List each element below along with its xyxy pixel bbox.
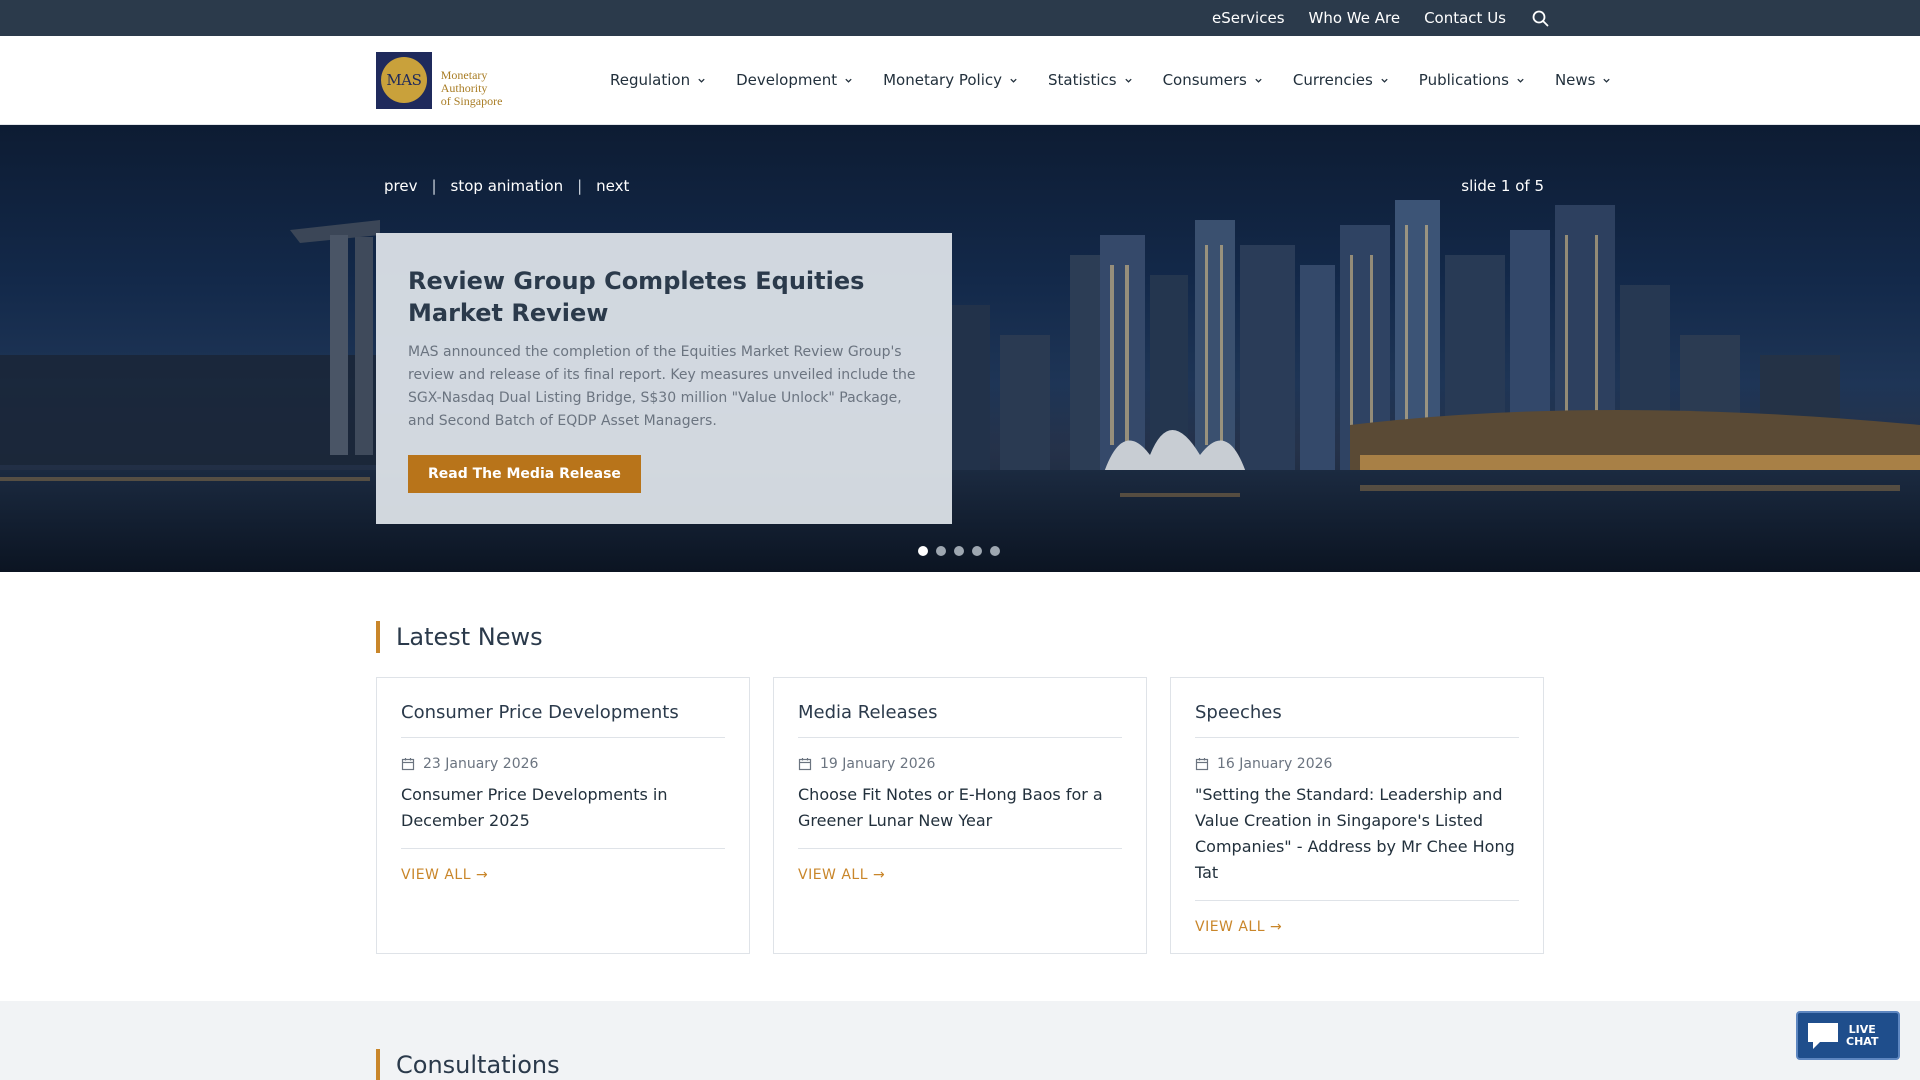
chevron-down-icon (1517, 78, 1524, 83)
news-card-speeches: Speeches 16 January 2026 "Setting the St… (1170, 677, 1544, 954)
next-slide-button[interactable]: next (596, 177, 629, 195)
nav-item-currencies[interactable]: Currencies (1293, 71, 1389, 89)
card-date-text: 23 January 2026 (423, 756, 539, 772)
eservices-link[interactable]: eServices (1212, 9, 1284, 27)
nav-label: Development (736, 71, 838, 89)
consultations-heading: Consultations (376, 1049, 1920, 1080)
calendar-icon (798, 758, 812, 771)
nav-item-development[interactable]: Development (736, 71, 853, 89)
calendar-icon (1195, 758, 1209, 771)
carousel-dot-4[interactable] (972, 546, 982, 556)
slide-counter: slide 1 of 5 (1461, 177, 1544, 195)
logo-emblem: MAS (376, 51, 432, 109)
latest-news-section: Latest News Consumer Price Developments … (0, 621, 1920, 954)
carousel-controls: prev | stop animation | next (384, 177, 629, 195)
hero-title: Review Group Completes Equities Market R… (408, 267, 865, 327)
carousel-dot-5[interactable] (990, 546, 1000, 556)
nav-item-statistics[interactable]: Statistics (1048, 71, 1133, 89)
main-header: MAS Monetary Authority of Singapore Regu… (0, 36, 1920, 125)
chevron-down-icon (1010, 78, 1017, 83)
skyline-image (0, 200, 1920, 572)
logo-wordmark: Monetary Authority of Singapore (440, 67, 536, 108)
nav-item-consumers[interactable]: Consumers (1163, 71, 1263, 89)
chevron-down-icon (1124, 78, 1132, 83)
view-all-link[interactable]: VIEW ALL → (1195, 919, 1519, 935)
nav-label: Statistics (1047, 71, 1117, 89)
carousel-dot-3[interactable] (954, 546, 964, 556)
control-separator: | (577, 177, 583, 195)
prev-slide-button[interactable]: prev (384, 177, 417, 195)
control-separator: | (431, 177, 437, 195)
card-category: Consumer Price Developments (401, 702, 725, 738)
card-headline-link[interactable]: Choose Fit Notes or E-Hong Baos for a Gr… (798, 782, 1122, 849)
utility-bar: eServices Who We Are Contact Us (0, 0, 1920, 36)
card-date-text: 19 January 2026 (820, 756, 936, 772)
main-nav: Regulation Development Monetary Policy S… (610, 71, 1641, 89)
card-category: Media Releases (798, 702, 1122, 738)
live-chat-button[interactable]: LIVE CHAT (1796, 1011, 1900, 1060)
chevron-down-icon (1381, 78, 1388, 83)
nav-label: Regulation (610, 71, 691, 89)
card-date: 19 January 2026 (798, 756, 1122, 772)
nav-item-news[interactable]: News (1555, 71, 1612, 89)
card-category: Speeches (1195, 702, 1519, 738)
card-date-text: 16 January 2026 (1217, 756, 1333, 772)
logo-line-2: of Singapore (440, 93, 503, 108)
card-headline-link[interactable]: Consumer Price Developments in December … (401, 782, 725, 849)
hero-carousel: prev | stop animation | next slide 1 of … (0, 125, 1920, 572)
nav-item-regulation[interactable]: Regulation (610, 71, 706, 89)
calendar-icon (401, 758, 415, 771)
chevron-down-icon (1603, 78, 1611, 83)
nav-label: Currencies (1292, 71, 1373, 89)
chevron-down-icon (845, 78, 852, 83)
card-date: 16 January 2026 (1195, 756, 1519, 772)
nav-label: Publications (1418, 71, 1509, 89)
view-all-link[interactable]: VIEW ALL → (401, 867, 725, 883)
logo-seal: MAS (380, 57, 427, 103)
search-icon[interactable] (1530, 8, 1550, 28)
live-chat-line-2: CHAT (1846, 1034, 1879, 1048)
nav-label: News (1554, 71, 1596, 89)
read-media-release-button[interactable]: Read The Media Release (408, 455, 641, 493)
nav-label: Monetary Policy (883, 71, 1002, 89)
hero-body: MAS announced the completion of the Equi… (408, 344, 916, 429)
hero-slide-card: Review Group Completes Equities Market R… (376, 233, 952, 524)
card-date: 23 January 2026 (401, 756, 725, 772)
nav-label: Consumers (1162, 71, 1247, 89)
chat-bubble-icon (1808, 1022, 1838, 1049)
contact-us-link[interactable]: Contact Us (1424, 9, 1506, 27)
carousel-dot-1[interactable] (918, 546, 928, 556)
chevron-down-icon (698, 78, 705, 83)
nav-item-monetary-policy[interactable]: Monetary Policy (883, 71, 1018, 89)
logo-line-1: Monetary Authority (440, 67, 488, 95)
mas-logo[interactable]: MAS Monetary Authority of Singapore (376, 51, 536, 109)
live-chat-line-1: LIVE (1848, 1022, 1876, 1036)
news-cards: Consumer Price Developments 23 January 2… (376, 677, 1544, 954)
who-we-are-link[interactable]: Who We Are (1309, 9, 1401, 27)
consultations-section: Consultations (0, 1001, 1920, 1080)
carousel-dots (918, 546, 1008, 556)
chevron-down-icon (1255, 78, 1262, 83)
live-chat-label: LIVE CHAT (1846, 1022, 1879, 1048)
latest-news-heading: Latest News (376, 621, 1544, 653)
stop-animation-button[interactable]: stop animation (451, 177, 564, 195)
card-headline-link[interactable]: "Setting the Standard: Leadership and Va… (1195, 782, 1519, 901)
nav-item-publications[interactable]: Publications (1419, 71, 1525, 89)
carousel-dot-2[interactable] (936, 546, 946, 556)
view-all-link[interactable]: VIEW ALL → (798, 867, 1122, 883)
news-card-media-releases: Media Releases 19 January 2026 Choose Fi… (773, 677, 1147, 954)
news-card-consumer-price: Consumer Price Developments 23 January 2… (376, 677, 750, 954)
